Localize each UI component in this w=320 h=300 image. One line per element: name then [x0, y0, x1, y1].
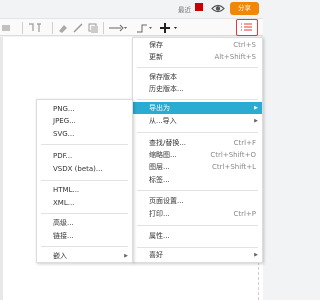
export-png[interactable]: PNG...: [37, 103, 132, 115]
menu-item-page-setup[interactable]: 页面设置...: [133, 195, 262, 207]
menu-item-save-version[interactable]: 保存版本: [133, 71, 262, 83]
export-advanced[interactable]: 高级...: [37, 217, 132, 229]
menu-item-export-as[interactable]: 导出为 ▶: [133, 102, 262, 114]
menu-item-update[interactable]: 更新 Alt+Shift+S: [133, 51, 262, 63]
submenu-arrow-icon: ▶: [124, 253, 128, 259]
export-submenu: PNG... JPEG... SVG... PDF... VSDX (beta)…: [36, 99, 133, 263]
export-vsdx[interactable]: VSDX (beta)...: [37, 163, 132, 175]
menu-separator: [41, 180, 128, 181]
align-icon[interactable]: [2, 22, 10, 34]
menu-item-preferences[interactable]: 喜好 ▶: [133, 249, 262, 261]
menu-item-save[interactable]: 保存 Ctrl+S: [133, 39, 262, 51]
connection-icon[interactable]: [108, 22, 128, 34]
share-button[interactable]: 分享: [230, 2, 259, 15]
sidebar-edge: [0, 37, 3, 300]
menu-item-properties[interactable]: 属性...: [133, 230, 262, 242]
submenu-arrow-icon: ▶: [254, 252, 258, 258]
menu-separator: [41, 144, 128, 145]
format-icon[interactable]: [28, 22, 48, 34]
shadow-icon[interactable]: [87, 22, 99, 34]
menu-separator: [137, 99, 258, 100]
menu-separator: [137, 225, 258, 226]
toolbar-divider: [22, 22, 23, 34]
export-pdf[interactable]: PDF...: [37, 150, 132, 162]
export-jpeg[interactable]: JPEG...: [37, 115, 132, 127]
export-embed[interactable]: 嵌入 ▶: [37, 250, 132, 262]
menu-separator: [137, 190, 258, 191]
export-link[interactable]: 链接...: [37, 230, 132, 242]
toolbar-divider: [103, 22, 104, 34]
export-xml[interactable]: XML...: [37, 197, 132, 209]
submenu-arrow-icon: ▶: [254, 105, 258, 111]
menu-item-version-history[interactable]: 历史版本...: [133, 83, 262, 95]
unsaved-indicator[interactable]: [195, 3, 203, 11]
insert-icon[interactable]: [160, 22, 182, 34]
menu-item-layers[interactable]: 图层... Ctrl+Shift+L: [133, 161, 262, 173]
eye-icon[interactable]: [210, 1, 226, 16]
submenu-arrow-icon: ▶: [254, 118, 258, 124]
menu-separator: [41, 213, 128, 214]
line-color-icon[interactable]: [72, 22, 84, 34]
menu-item-import-from[interactable]: 从...导入 ▶: [133, 115, 262, 127]
waypoints-icon[interactable]: [136, 22, 156, 34]
menu-item-outline[interactable]: 缩略图... Ctrl+Shift+O: [133, 149, 262, 161]
toolbar: [0, 18, 263, 36]
list-icon: [241, 23, 252, 31]
menu-item-print[interactable]: 打印... Ctrl+P: [133, 208, 262, 220]
menu-separator: [137, 247, 258, 248]
fill-color-icon[interactable]: [57, 22, 69, 34]
format-panel-button[interactable]: [236, 19, 258, 36]
menu-item-tags[interactable]: 标签...: [133, 174, 262, 186]
menu-item-find-replace[interactable]: 查找/替换... Ctrl+F: [133, 137, 262, 149]
recent-label: 最近: [178, 6, 191, 14]
export-html[interactable]: HTML...: [37, 184, 132, 196]
menu-separator: [137, 67, 258, 68]
top-bar: 最近 分享: [0, 0, 263, 18]
export-svg[interactable]: SVG...: [37, 128, 132, 140]
file-menu: 保存 Ctrl+S 更新 Alt+Shift+S 保存版本 历史版本... 导出为 ▶…: [132, 37, 263, 263]
menu-separator: [41, 246, 128, 247]
menu-separator: [137, 132, 258, 133]
toolbar-divider: [52, 22, 53, 34]
